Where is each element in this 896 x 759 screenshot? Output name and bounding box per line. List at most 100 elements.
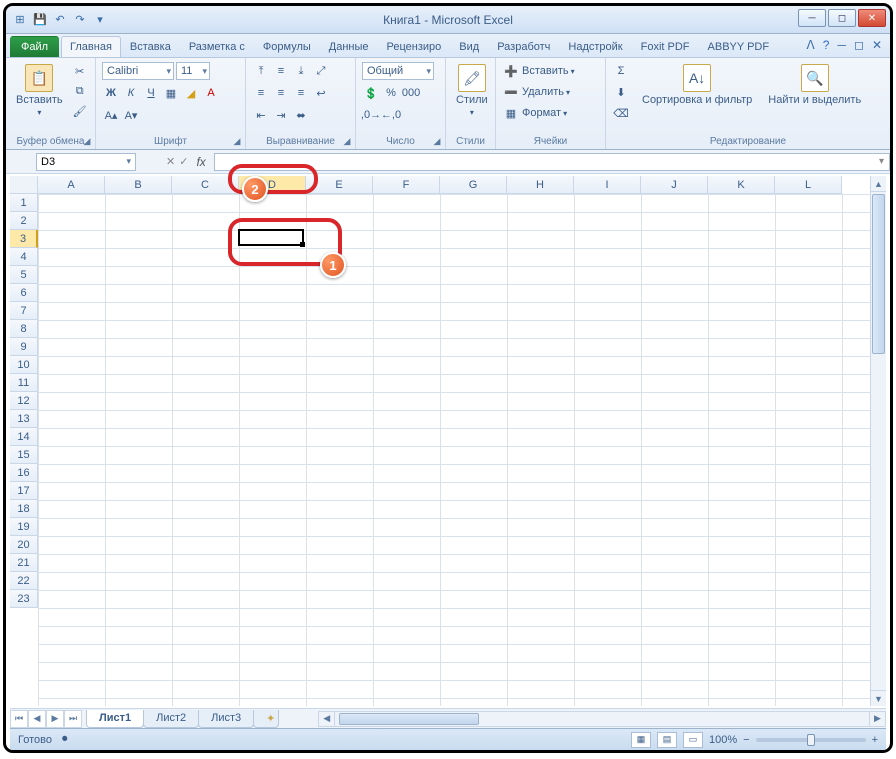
tab-formulas[interactable]: Формулы (254, 36, 320, 57)
row-header-2[interactable]: 2 (10, 212, 38, 230)
col-header-J[interactable]: J (641, 176, 708, 194)
view-page-layout-icon[interactable]: ▤ (657, 732, 677, 748)
font-size-combo[interactable]: 11 (176, 62, 210, 80)
styles-button[interactable]: 🖍 Стили ▾ (452, 62, 492, 119)
view-page-break-icon[interactable]: ▭ (683, 732, 703, 748)
italic-button[interactable]: К (122, 84, 140, 102)
row-header-20[interactable]: 20 (10, 536, 38, 554)
minimize-button[interactable]: ─ (798, 9, 826, 27)
sheet-nav-first-icon[interactable]: ⏮ (10, 710, 28, 728)
col-header-D[interactable]: D (239, 176, 306, 194)
paste-button[interactable]: 📋 Вставить ▾ (12, 62, 67, 119)
col-header-B[interactable]: B (105, 176, 172, 194)
increase-indent-icon[interactable]: ⇥ (272, 106, 290, 124)
vertical-scrollbar[interactable]: ▲ ▼ (870, 176, 886, 706)
scroll-down-icon[interactable]: ▼ (871, 690, 886, 706)
row-header-9[interactable]: 9 (10, 338, 38, 356)
align-center-icon[interactable]: ≡ (272, 84, 290, 102)
row-header-7[interactable]: 7 (10, 302, 38, 320)
row-header-12[interactable]: 12 (10, 392, 38, 410)
increase-decimal-icon[interactable]: ,0→ (362, 106, 380, 124)
zoom-level[interactable]: 100% (709, 734, 737, 746)
doc-min-icon[interactable]: ─ (837, 38, 846, 52)
qat-redo-icon[interactable]: ↷ (72, 12, 88, 28)
row-header-18[interactable]: 18 (10, 500, 38, 518)
row-header-22[interactable]: 22 (10, 572, 38, 590)
maximize-button[interactable]: ◻ (828, 9, 856, 27)
clipboard-launcher-icon[interactable]: ◢ (81, 135, 93, 147)
doc-close-icon[interactable]: ✕ (872, 38, 882, 52)
tab-addins[interactable]: Надстройк (559, 36, 631, 57)
number-launcher-icon[interactable]: ◢ (431, 135, 443, 147)
col-header-A[interactable]: A (38, 176, 105, 194)
align-top-icon[interactable]: ⤒ (252, 62, 270, 80)
tab-abbyy[interactable]: ABBYY PDF (699, 36, 779, 57)
active-cell[interactable] (238, 229, 304, 246)
row-header-15[interactable]: 15 (10, 446, 38, 464)
sheet-tab-3[interactable]: Лист3 (198, 710, 254, 728)
enter-formula-icon[interactable]: ✓ (179, 155, 188, 168)
border-icon[interactable]: ▦ (162, 84, 180, 102)
col-header-G[interactable]: G (440, 176, 507, 194)
align-bottom-icon[interactable]: ⤓ (292, 62, 310, 80)
row-header-19[interactable]: 19 (10, 518, 38, 536)
row-header-4[interactable]: 4 (10, 248, 38, 266)
decrease-font-icon[interactable]: A▾ (122, 106, 140, 124)
col-header-L[interactable]: L (775, 176, 842, 194)
cut-icon[interactable]: ✂ (71, 62, 89, 80)
clear-icon[interactable]: ⌫ (612, 104, 630, 122)
row-header-17[interactable]: 17 (10, 482, 38, 500)
spreadsheet-grid[interactable]: ABCDEFGHIJKL 123456789101112131415161718… (10, 176, 886, 706)
row-header-10[interactable]: 10 (10, 356, 38, 374)
doc-max-icon[interactable]: ◻ (854, 38, 864, 52)
vscroll-thumb[interactable] (872, 194, 885, 354)
name-box[interactable]: D3 (36, 153, 136, 171)
horizontal-scrollbar[interactable]: ◀ ▶ (318, 711, 886, 727)
qat-more-icon[interactable]: ▾ (92, 12, 108, 28)
row-header-14[interactable]: 14 (10, 428, 38, 446)
tab-page-layout[interactable]: Разметка с (180, 36, 254, 57)
col-header-I[interactable]: I (574, 176, 641, 194)
decrease-indent-icon[interactable]: ⇤ (252, 106, 270, 124)
format-painter-icon[interactable]: 🖌 (71, 102, 89, 120)
alignment-launcher-icon[interactable]: ◢ (341, 135, 353, 147)
help-icon[interactable]: ? (823, 38, 830, 52)
row-header-13[interactable]: 13 (10, 410, 38, 428)
percent-icon[interactable]: % (382, 84, 400, 102)
find-select-button[interactable]: 🔍 Найти и выделить (764, 62, 865, 108)
hscroll-thumb[interactable] (339, 713, 479, 725)
tab-data[interactable]: Данные (320, 36, 378, 57)
sort-filter-button[interactable]: A↓ Сортировка и фильтр (638, 62, 756, 108)
align-left-icon[interactable]: ≡ (252, 84, 270, 102)
font-launcher-icon[interactable]: ◢ (231, 135, 243, 147)
comma-icon[interactable]: 000 (402, 84, 420, 102)
select-all-button[interactable] (10, 176, 38, 194)
align-middle-icon[interactable]: ≡ (272, 62, 290, 80)
col-header-E[interactable]: E (306, 176, 373, 194)
number-format-combo[interactable]: Общий (362, 62, 434, 80)
zoom-out-button[interactable]: − (743, 734, 749, 746)
row-header-3[interactable]: 3 (10, 230, 38, 248)
col-header-C[interactable]: C (172, 176, 239, 194)
cells-insert-button[interactable]: ➕Вставить▾ (502, 62, 575, 80)
row-header-16[interactable]: 16 (10, 464, 38, 482)
scroll-right-icon[interactable]: ▶ (869, 712, 885, 726)
bold-button[interactable]: Ж (102, 84, 120, 102)
cancel-formula-icon[interactable]: ✕ (166, 155, 175, 168)
row-header-1[interactable]: 1 (10, 194, 38, 212)
macro-record-icon[interactable]: ⏺ (62, 733, 68, 746)
wrap-text-icon[interactable]: ↩ (312, 84, 330, 102)
fill-icon[interactable]: ⬇ (612, 83, 630, 101)
row-header-21[interactable]: 21 (10, 554, 38, 572)
ribbon-minimize-icon[interactable]: ᐱ (807, 38, 815, 52)
copy-icon[interactable]: ⧉ (71, 82, 89, 100)
font-color-icon[interactable]: A (202, 84, 220, 102)
row-header-8[interactable]: 8 (10, 320, 38, 338)
row-header-23[interactable]: 23 (10, 590, 38, 608)
font-name-combo[interactable]: Calibri (102, 62, 174, 80)
expand-formula-bar-icon[interactable]: ▾ (879, 156, 884, 167)
underline-button[interactable]: Ч (142, 84, 160, 102)
tab-file[interactable]: Файл (10, 36, 59, 57)
col-header-H[interactable]: H (507, 176, 574, 194)
tab-review[interactable]: Рецензиро (378, 36, 451, 57)
